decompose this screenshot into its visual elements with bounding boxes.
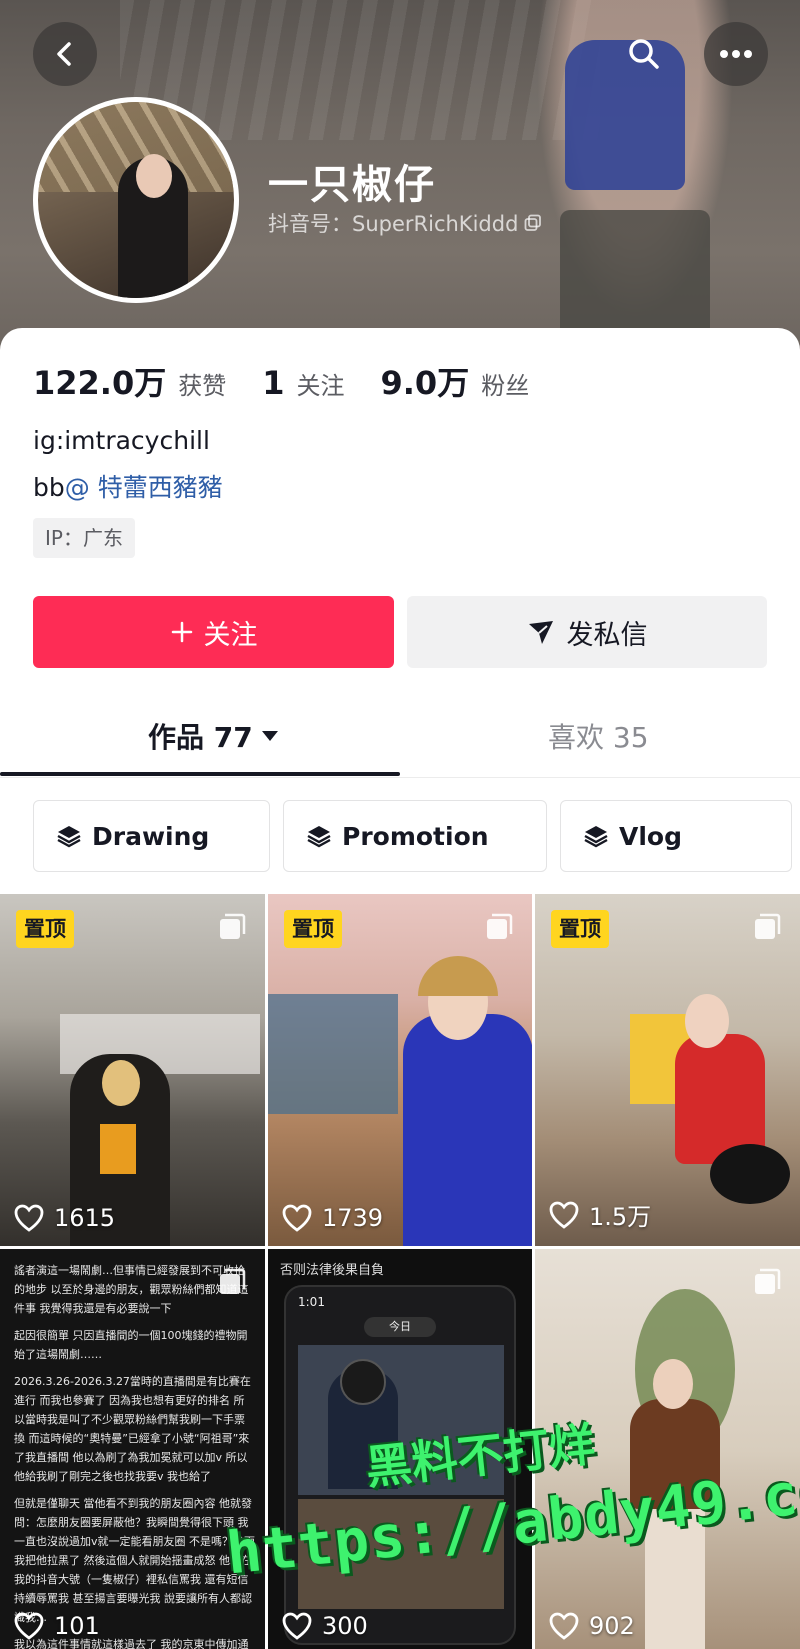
- profile-stats: 122.0万 获赞 1 关注 9.0万 粉丝: [33, 358, 565, 404]
- pinned-badge: 置顶: [284, 910, 342, 948]
- heart-outline-icon: [549, 1612, 579, 1640]
- pinned-badge: 置顶: [16, 910, 74, 948]
- collection-vlog[interactable]: Vlog: [560, 800, 792, 872]
- plus-icon: [171, 621, 192, 643]
- post-text: 謠者演這一場鬧劇…但事情已經發展到不可收拾的地步 以至於身邊的朋友，觀眾粉絲們都…: [14, 1264, 256, 1649]
- following-label[interactable]: 关注: [297, 366, 345, 401]
- heart-outline-icon: [549, 1201, 579, 1229]
- multi-image-icon: [220, 913, 246, 939]
- content-tabs: 作品 77 喜欢 35: [0, 688, 800, 778]
- likes-count: 122.0万: [33, 364, 167, 402]
- message-button[interactable]: 发私信: [407, 596, 767, 668]
- search-button[interactable]: [612, 22, 676, 86]
- likes-counter: 300: [282, 1612, 368, 1640]
- bio-mention-link[interactable]: @ 特蕾西豬豬: [65, 473, 223, 502]
- multi-image-icon: [220, 1268, 246, 1294]
- layers-icon: [57, 826, 81, 848]
- likes-count: 902: [589, 1612, 635, 1640]
- likes-count: 1739: [322, 1204, 384, 1232]
- copy-icon[interactable]: [524, 214, 542, 232]
- followers-label[interactable]: 粉丝: [481, 366, 529, 401]
- phone-time: 1:01: [298, 1295, 325, 1309]
- video-thumbnail[interactable]: 置顶 1.5万: [535, 894, 800, 1246]
- likes-counter: 1.5万: [549, 1197, 651, 1232]
- profile-nickname: 一只椒仔: [268, 162, 436, 208]
- tab-works[interactable]: 作品 77: [148, 716, 279, 756]
- more-button[interactable]: [704, 22, 768, 86]
- collection-label: Drawing: [92, 821, 210, 851]
- back-button[interactable]: [33, 22, 97, 86]
- collection-promotion[interactable]: Promotion: [283, 800, 547, 872]
- video-thumbnail[interactable]: 謠者演這一場鬧劇…但事情已經發展到不可收拾的地步 以至於身邊的朋友，觀眾粉絲們都…: [0, 1249, 265, 1649]
- layers-icon: [307, 826, 331, 848]
- avatar[interactable]: [33, 97, 239, 303]
- follow-button[interactable]: 关注: [33, 596, 394, 668]
- following-count[interactable]: 1: [262, 364, 284, 402]
- likes-count: 1.5万: [589, 1203, 652, 1231]
- likes-counter: 1615: [14, 1204, 115, 1232]
- heart-outline-icon: [282, 1204, 312, 1232]
- collection-drawing[interactable]: Drawing: [33, 800, 270, 872]
- heart-outline-icon: [282, 1612, 312, 1640]
- layers-icon: [584, 826, 608, 848]
- collections-row: Drawing Promotion Vlog: [33, 800, 800, 872]
- douyin-id-text: 抖音号：SuperRichKiddd: [268, 212, 519, 236]
- multi-image-icon: [487, 913, 513, 939]
- search-icon: [629, 39, 659, 69]
- likes-counter: 101: [14, 1612, 100, 1640]
- multi-image-icon: [755, 913, 781, 939]
- likes-label: 获赞: [178, 372, 227, 400]
- caret-down-icon: [261, 731, 278, 741]
- likes-counter: 1739: [282, 1204, 383, 1232]
- likes-count: 1615: [54, 1204, 116, 1232]
- likes-counter: 902: [549, 1612, 635, 1640]
- heart-outline-icon: [14, 1204, 44, 1232]
- message-button-label: 发私信: [566, 619, 648, 651]
- likes-count: 101: [54, 1612, 100, 1640]
- send-icon: [528, 621, 553, 644]
- active-tab-indicator: [0, 772, 400, 776]
- profile-page: 一只椒仔 抖音号：SuperRichKiddd 122.0万 获赞 1 关注 9…: [0, 0, 800, 1649]
- collection-label: Vlog: [619, 821, 682, 851]
- collection-label: Promotion: [342, 821, 489, 851]
- pinned-badge: 置顶: [551, 910, 609, 948]
- video-thumbnail[interactable]: 置顶 1615: [0, 894, 265, 1246]
- tab-works-label: 作品 77: [148, 721, 253, 754]
- douyin-id[interactable]: 抖音号：SuperRichKiddd: [268, 208, 542, 238]
- likes-count: 300: [322, 1612, 368, 1640]
- phone-date-pill: 今日: [364, 1317, 436, 1337]
- chevron-left-icon: [57, 42, 71, 66]
- multi-image-icon: [755, 1268, 781, 1294]
- follow-button-label: 关注: [203, 619, 258, 651]
- ip-location-tag: IP：广东: [33, 518, 135, 558]
- video-thumbnail[interactable]: 置顶 1739: [268, 894, 532, 1246]
- bio-line-2: bb@ 特蕾西豬豬: [33, 468, 223, 504]
- bio-line-1: ig:imtracychill: [33, 426, 210, 455]
- tab-likes[interactable]: 喜欢 35: [548, 716, 649, 756]
- heart-outline-icon: [14, 1612, 44, 1640]
- bio-prefix: bb: [33, 473, 65, 502]
- top-caption: 否则法律後果自負: [280, 1263, 385, 1278]
- followers-count[interactable]: 9.0万: [381, 358, 470, 404]
- more-dots-icon: [720, 50, 752, 58]
